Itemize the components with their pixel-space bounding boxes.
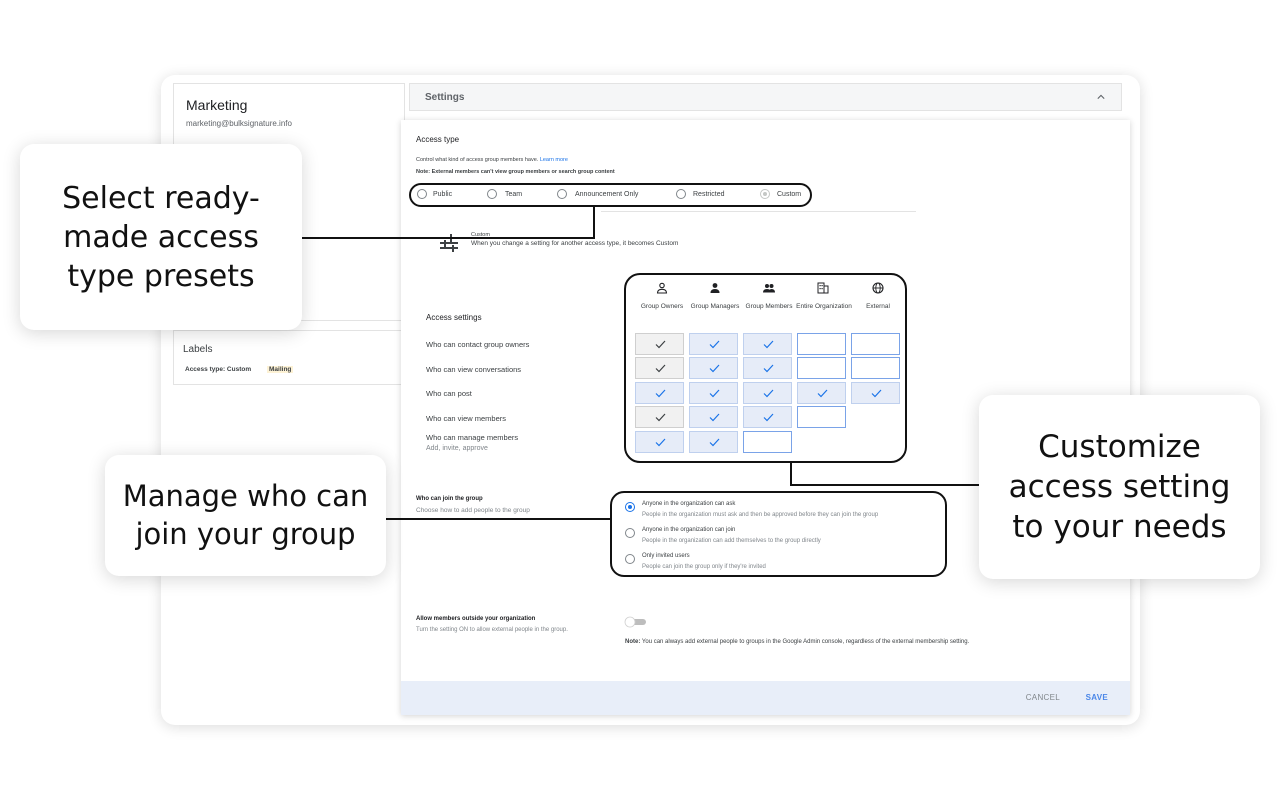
labels-title: Labels [183,344,213,355]
access-type-description: Control what kind of access group member… [416,157,568,163]
group-name: Marketing [186,97,248,113]
divider [601,211,916,212]
callout-customize: Customize access setting to your needs [979,395,1260,579]
join-options-highlight [610,491,947,577]
external-toggle[interactable] [623,616,649,628]
connector-line [384,518,610,520]
group-email: marketing@bulksignature.info [186,119,292,128]
external-note: Note: External members can't view group … [416,169,615,175]
row-label: Who can manage members [426,433,519,442]
connector-line [302,237,595,239]
row-label: Who can post [426,389,472,398]
label-chip[interactable]: Mailing [267,366,294,373]
row-label: Who can contact group owners [426,340,530,349]
access-settings-title: Access settings [426,313,482,322]
access-type-title: Access type [416,135,460,144]
save-button[interactable]: SAVE [1086,693,1108,702]
callout-presets: Select ready- made access type presets [20,144,302,330]
external-description: Turn the setting ON to allow external pe… [416,627,568,633]
join-description: Choose how to add people to the group [416,507,530,514]
dialog-footer: CANCEL SAVE [401,681,1130,715]
callout-join: Manage who can join your group [105,455,386,576]
settings-title: Settings [425,92,465,103]
learn-more-link[interactable]: Learn more [540,157,568,163]
presets-highlight [409,183,812,207]
external-note-text: Note: You can always add external people… [625,639,970,645]
connector-line [593,207,595,239]
external-title: Allow members outside your organization [416,616,536,622]
custom-description: When you change a setting for another ac… [471,240,679,247]
connector-line [790,463,792,486]
settings-header[interactable]: Settings [409,83,1122,111]
join-title: Who can join the group [416,496,483,502]
cancel-button[interactable]: CANCEL [1026,693,1060,702]
row-label: Who can view conversations [426,365,522,374]
label-chip[interactable]: Access type: Custom [185,366,251,373]
chevron-up-icon[interactable] [1097,93,1105,101]
connector-line [790,484,980,486]
access-grid-highlight [624,273,907,463]
row-sublabel: Add, invite, approve [426,445,488,452]
labels-panel: Labels Access type: Custom Mailing [173,330,405,385]
row-label: Who can view members [426,414,507,423]
